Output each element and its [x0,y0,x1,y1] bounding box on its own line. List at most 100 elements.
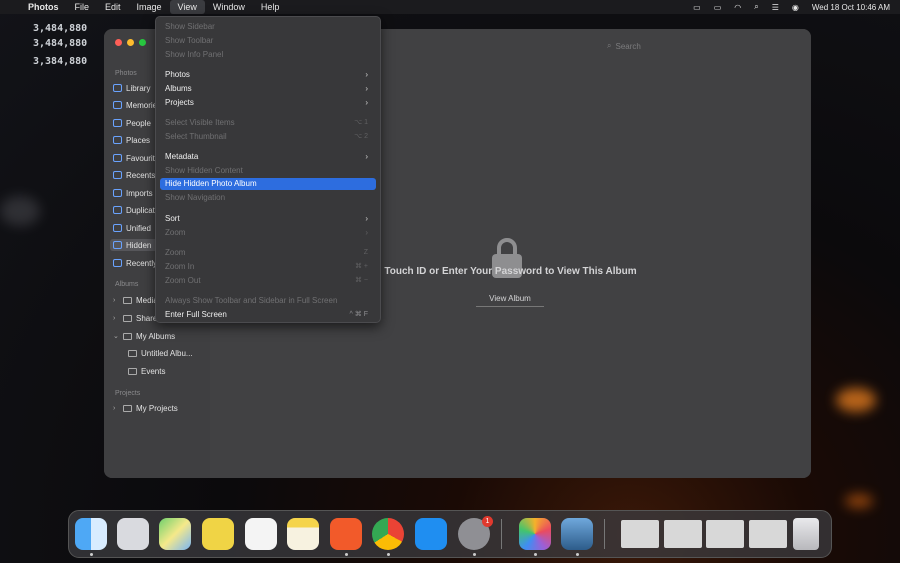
running-indicator [576,553,579,556]
menu-item-photos[interactable]: Photos › [160,69,376,81]
preview-icon[interactable] [561,518,593,550]
maps-icon[interactable] [159,518,191,550]
desktop-number-3: 3,384,880 [33,56,88,67]
finder-icon[interactable] [75,518,107,550]
search-icon[interactable]: ⌕ [754,2,758,12]
menu-view[interactable]: View [169,0,205,14]
menu-bar: Photos File Edit Image View Window Help … [0,0,900,14]
minimized-window-thumbnail[interactable] [664,520,702,548]
dock-separator [501,519,502,549]
sidebar-item-memories[interactable]: Memories [113,99,161,111]
menu-item-show-toolbar[interactable]: Show Toolbar [160,35,376,47]
chevron-right-icon: › [365,84,368,93]
desktop-glow [845,494,873,508]
minimized-window-thumbnail[interactable] [749,520,787,548]
album-icon [128,367,137,375]
menu-item-metadata[interactable]: Metadata › [160,151,376,163]
menu-item-select-visible[interactable]: Select Visible Items ⌥ 1 [160,117,376,129]
running-indicator [345,553,348,556]
zoom-button[interactable] [139,39,146,46]
sidebar-item-imports[interactable]: Imports [113,187,153,199]
sidebar-item-places[interactable]: Places [113,134,150,146]
menu-item-zoom-in[interactable]: Zoom In ⌘ + [160,261,376,273]
menu-item-zoom-out[interactable]: Zoom Out ⌘ − [160,275,376,287]
menu-item-zoom[interactable]: Zoom Z [160,247,376,259]
desktop-glow [836,388,876,412]
sidebar-item-library[interactable]: Library [113,82,150,94]
chevron-right-icon[interactable]: › [113,405,119,412]
menu-item-show-info[interactable]: Show Info Panel [160,49,376,61]
close-button[interactable] [115,39,122,46]
view-album-button[interactable]: View Album [476,292,544,307]
menu-item-always-show-toolbar[interactable]: Always Show Toolbar and Sidebar in Full … [160,295,376,307]
sidebar-item-my-albums[interactable]: ⌄ My Albums [113,330,175,342]
menu-app-photos[interactable]: Photos [20,0,67,14]
notes-icon[interactable] [287,518,319,550]
display-icon[interactable]: ▭ [693,3,701,12]
search-input[interactable]: ⌕ Search [607,39,797,53]
running-indicator [473,553,476,556]
import-icon [113,189,122,197]
minimized-window-thumbnail[interactable] [621,520,659,548]
trash-icon[interactable] [793,518,819,550]
menu-help[interactable]: Help [253,0,288,14]
desktop-glow [0,196,40,226]
brave-icon[interactable] [330,518,362,550]
sidebar-item-recents[interactable]: Recents [113,169,155,181]
launchpad-icon[interactable] [117,518,149,550]
dock: 1 [68,510,832,558]
sidebar-item-untitled-album[interactable]: Untitled Albu... [128,347,193,359]
sidebar-item-events[interactable]: Events [128,365,165,377]
chevron-down-icon[interactable]: ⌄ [113,332,119,340]
menu-image[interactable]: Image [129,0,170,14]
siri-icon[interactable]: ◉ [792,3,799,12]
sidebar-header-photos: Photos [115,70,137,77]
menu-item-enter-full-screen[interactable]: Enter Full Screen ^ ⌘ F [160,309,376,321]
chevron-right-icon: › [365,228,368,237]
app-store-icon[interactable] [415,518,447,550]
battery-icon[interactable]: ▭ [714,3,722,12]
chevron-right-icon: › [365,214,368,223]
chevron-right-icon[interactable]: › [113,315,119,322]
menu-item-projects[interactable]: Projects › [160,97,376,109]
menu-item-select-thumbnail[interactable]: Select Thumbnail ⌥ 2 [160,131,376,143]
menu-item-albums[interactable]: Albums › [160,83,376,95]
minimize-button[interactable] [127,39,134,46]
people-icon [113,119,122,127]
menu-item-hide-hidden-photo-album[interactable]: Hide Hidden Photo Album [160,178,376,190]
basecamp-icon[interactable] [202,518,234,550]
wifi-icon[interactable]: ◠ [734,3,741,12]
menu-file[interactable]: File [67,0,98,14]
menu-item-show-navigation[interactable]: Show Navigation [160,192,376,204]
album-icon [128,349,137,357]
sidebar-item-unified[interactable]: Unified [113,222,151,234]
running-indicator [90,553,93,556]
menu-item-zoom-submenu[interactable]: Zoom › [160,227,376,239]
sidebar-item-my-projects[interactable]: › My Projects [113,402,178,414]
reminders-icon[interactable] [245,518,277,550]
memories-icon [113,101,122,109]
search-icon: ⌕ [607,41,612,50]
control-center-icon[interactable]: ☰ [772,3,779,12]
notification-badge: 1 [482,516,493,527]
menu-item-show-sidebar[interactable]: Show Sidebar [160,21,376,33]
view-menu-dropdown: Show Sidebar Show Toolbar Show Info Pane… [155,16,381,323]
folder-icon [123,314,132,322]
minimized-window-thumbnail[interactable] [706,520,744,548]
datetime[interactable]: Wed 18 Oct 10:46 AM [812,3,890,12]
menu-item-show-hidden-content[interactable]: Show Hidden Content [160,165,376,177]
chrome-icon[interactable] [372,518,404,550]
menu-item-sort[interactable]: Sort › [160,213,376,225]
library-icon [113,84,122,92]
status-area: ▭ ▭ ◠ ⌕ ☰ ◉ Wed 18 Oct 10:46 AM [693,2,900,12]
places-icon [113,136,122,144]
clock-icon [113,171,122,179]
chevron-right-icon: › [365,98,368,107]
menu-edit[interactable]: Edit [97,0,129,14]
chevron-right-icon[interactable]: › [113,297,119,304]
running-indicator [534,553,537,556]
trash-icon [113,259,122,267]
menu-window[interactable]: Window [205,0,253,14]
photos-icon[interactable] [519,518,551,550]
sidebar-item-people[interactable]: People [113,117,151,129]
